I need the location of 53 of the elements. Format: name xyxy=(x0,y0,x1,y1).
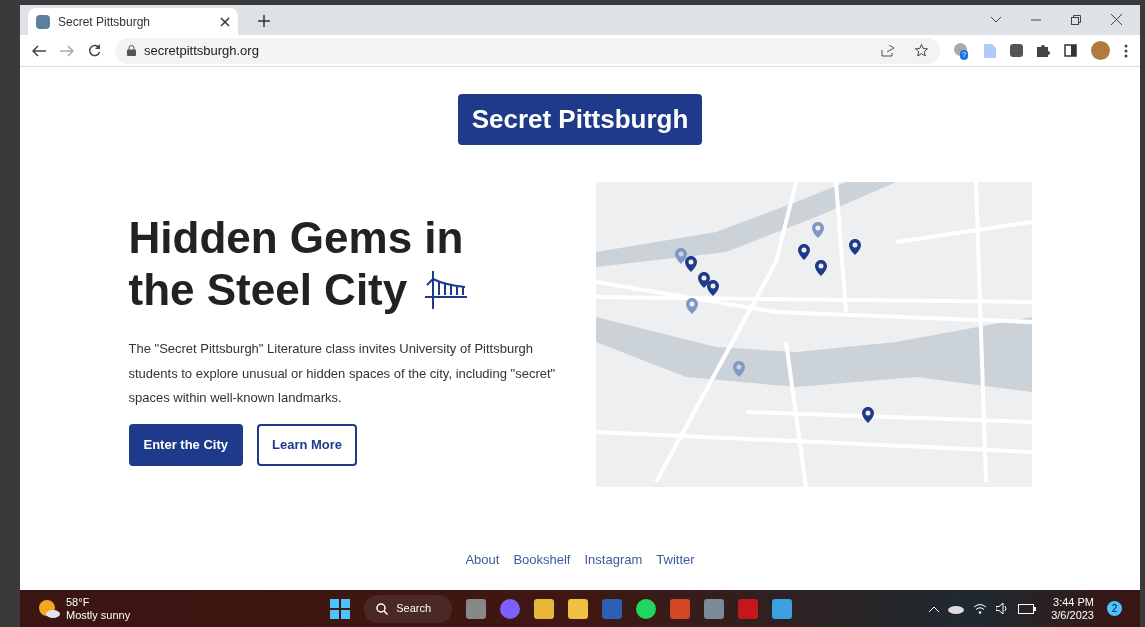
clock-time[interactable]: 3:44 PM xyxy=(1053,595,1094,609)
site-favicon-icon xyxy=(36,14,50,29)
bridge-icon xyxy=(425,271,468,309)
cloud-icon[interactable] xyxy=(948,603,965,614)
restore-icon[interactable] xyxy=(1071,14,1081,25)
app-icon[interactable] xyxy=(772,598,793,619)
tab-title: Secret Pittsburgh xyxy=(58,13,152,31)
taskbar-search[interactable]: Search xyxy=(364,594,453,623)
close-icon[interactable] xyxy=(1111,14,1122,25)
extension-icon[interactable] xyxy=(1010,44,1023,57)
wifi-icon[interactable] xyxy=(973,603,988,614)
windows-start-icon[interactable] xyxy=(330,598,351,619)
weather-condition: Mostly sunny xyxy=(66,608,131,622)
side-panel-icon[interactable] xyxy=(1064,44,1077,57)
footer-link[interactable]: Bookshelf xyxy=(513,550,571,570)
profile-avatar[interactable] xyxy=(1091,41,1110,60)
puzzle-icon[interactable] xyxy=(1037,44,1050,57)
address-bar[interactable]: secretpittsburgh.org xyxy=(115,37,940,64)
notification-badge[interactable]: 2 xyxy=(1107,601,1122,616)
weather-temperature: 58°F xyxy=(66,595,91,609)
search-label: Search xyxy=(396,601,432,617)
cta-button[interactable]: Enter the City xyxy=(128,423,243,466)
footer-link[interactable]: Twitter xyxy=(656,550,695,570)
share-icon[interactable] xyxy=(881,44,895,57)
page-heading: Hidden Gems in the Steel City xyxy=(128,212,569,316)
footer-link[interactable]: Instagram xyxy=(584,550,643,570)
star-icon[interactable] xyxy=(915,44,928,57)
sun-cloud-icon[interactable] xyxy=(38,598,60,619)
intro-paragraph: The "Secret Pittsburgh" Literature class invites University of Pittsburgh students to explore unusual or hidden spaces of the city, including "secret" spaces within well-known landmarks. xyxy=(128,340,557,407)
app-icon[interactable] xyxy=(636,598,657,619)
new-tab-icon[interactable] xyxy=(258,15,270,27)
search-icon xyxy=(376,602,389,615)
url-text: secretpittsburgh.org xyxy=(144,41,260,60)
browser-tab[interactable]: Secret Pittsburgh xyxy=(28,8,238,35)
back-arrow-icon[interactable] xyxy=(32,44,46,57)
app-icon[interactable] xyxy=(500,598,521,619)
lock-icon xyxy=(127,45,136,56)
battery-icon[interactable] xyxy=(1018,603,1037,614)
extension-icon[interactable] xyxy=(954,42,967,56)
chevron-up-icon[interactable] xyxy=(929,605,940,612)
app-icon[interactable] xyxy=(704,598,725,619)
app-icon[interactable] xyxy=(568,598,589,619)
reload-icon[interactable] xyxy=(88,44,101,57)
speaker-icon[interactable] xyxy=(996,603,1010,614)
app-icon[interactable] xyxy=(466,598,487,619)
close-icon[interactable] xyxy=(220,16,230,27)
chevron-down-icon[interactable] xyxy=(991,16,1001,23)
app-icon[interactable] xyxy=(534,598,555,619)
footer-link[interactable]: About xyxy=(465,550,500,570)
cta-button[interactable]: Learn More xyxy=(257,423,358,466)
site-logo[interactable]: Secret Pittsburgh xyxy=(457,94,703,145)
clock-date[interactable]: 3/6/2023 xyxy=(1051,608,1094,622)
menu-icon[interactable] xyxy=(1124,43,1128,58)
